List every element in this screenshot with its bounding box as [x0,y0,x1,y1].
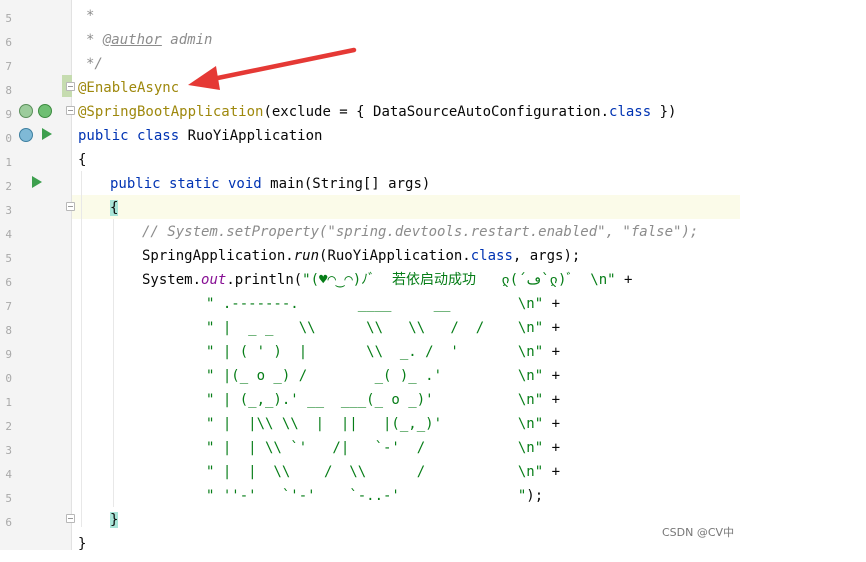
string-literal: " | |\\ \\ | || |(_,_)' \n" [206,416,544,432]
ascii-line: " | (_,_).' __ ___(_ o _)' \n" + [206,388,560,412]
matched-brace: } [110,512,119,528]
string-literal: " | ( ' ) | \\ _. / ' \n" [206,344,544,360]
code-line: @SpringBootApplication(exclude = { DataS… [78,100,676,124]
fold-marker[interactable] [66,202,75,211]
code-text: , args); [512,248,581,264]
fold-marker[interactable] [66,514,75,523]
ascii-line: " | | \\ `' /| `-' / \n" + [206,436,560,460]
code-line: { [110,196,119,220]
enable-async-annotation: @EnableAsync [78,80,180,96]
code-line: } [110,508,119,532]
operator: + [543,368,561,384]
line-number: 9 [5,108,12,121]
code-line: public class RuoYiApplication [78,124,322,148]
string-literal: " | | \\ `' /| `-' / \n" [206,440,544,456]
ascii-line: " | _ _ \\ \\ \\ / / \n" + [206,316,560,340]
line-number: 6 [5,36,12,49]
line-number: 6 [5,276,12,289]
watermark: CSDN @CV中 [662,526,735,539]
debug-icon[interactable] [19,128,33,142]
operator: + [543,392,561,408]
ascii-line: " | | \\ / \\ / \n" + [206,460,560,484]
line-number: 5 [5,492,12,505]
code-line: { [78,152,87,168]
line-number: 6 [5,516,12,529]
code-line: SpringApplication.run(RuoYiApplication.c… [142,244,580,268]
line-number: 0 [5,372,12,385]
string-literal: " | _ _ \\ \\ \\ / / \n" [206,320,544,336]
annotation: @SpringBootApplication [78,104,264,120]
code-text: (String[] args) [303,176,431,192]
line-number: 5 [5,252,12,265]
line-number: 3 [5,204,12,217]
code-text: .println( [226,272,303,288]
line-number: 1 [5,396,12,409]
run-icon[interactable] [42,128,52,140]
line-number: 5 [5,12,12,25]
line-number: 4 [5,468,12,481]
comment-prefix: * [86,32,103,48]
line-number: 7 [5,60,12,73]
operator: + [615,272,633,288]
keyword: class [470,248,513,264]
indent-guide [113,219,114,507]
ascii-line: " | |\\ \\ | || |(_,_)' \n" + [206,412,560,436]
line-number: 3 [5,444,12,457]
code-text: (RuoYiApplication. [319,248,471,264]
ascii-line: " | ( ' ) | \\ _. / ' \n" + [206,340,560,364]
spring-bean-icon[interactable] [19,104,33,118]
keyword: public class [78,128,180,144]
ascii-line: " |(_ o _) / _( )_ .' \n" + [206,364,560,388]
spring-boot-icon[interactable] [38,104,52,118]
string-literal: " |(_ o _) / _( )_ .' \n" [206,368,544,384]
code-line: * [86,8,95,24]
keyword: class [609,104,652,120]
code-line: public static void main(String[] args) [110,172,430,196]
line-number: 2 [5,420,12,433]
code-line: // System.setProperty("spring.devtools.r… [142,224,699,240]
static-method: run [293,248,320,264]
code-text: System. [142,272,202,288]
line-number: 7 [5,300,12,313]
ascii-line: " ''-' `'-' `-..-' "); [206,484,543,508]
class-name: RuoYiApplication [179,128,323,144]
string-literal: " .-------. ____ __ \n" [206,296,544,312]
javadoc-tag: @author [102,32,162,48]
code-line: */ [86,56,103,72]
static-field: out [201,272,227,288]
run-main-icon[interactable] [32,176,42,188]
method-name: main [261,176,304,192]
string-literal: " | | \\ / \\ / \n" [206,464,544,480]
keyword: public static void [110,176,262,192]
code-line: } [78,536,87,552]
line-number: 8 [5,324,12,337]
line-number: 8 [5,84,12,97]
current-line-highlight [72,195,740,219]
string-literal: "(♥◠‿◠)ﾉﾞ 若依启动成功 ლ(´ڡ`ლ)ﾞ \n" [302,272,616,288]
operator: ); [526,488,544,504]
line-number: 2 [5,180,12,193]
indent-guide [81,171,82,527]
fold-marker[interactable] [66,82,75,91]
operator: + [543,440,561,456]
operator: + [543,464,561,480]
fold-marker[interactable] [66,106,75,115]
code-text: }) [651,104,677,120]
ascii-line: " .-------. ____ __ \n" + [206,292,560,316]
string-literal: " | (_,_).' __ ___(_ o _)' \n" [206,392,544,408]
code-line: System.out.println("(♥◠‿◠)ﾉﾞ 若依启动成功 ლ(´ڡ… [142,268,632,292]
operator: + [543,416,561,432]
string-literal: " ''-' `'-' `-..-' " [206,488,527,504]
matched-brace: { [110,200,119,216]
code-text: (exclude = { DataSourceAutoConfiguration… [263,104,610,120]
line-number: 1 [5,156,12,169]
operator: + [543,344,561,360]
operator: + [543,296,561,312]
line-number: 0 [5,132,12,145]
code-text: SpringApplication. [142,248,294,264]
line-number: 9 [5,348,12,361]
red-arrow-icon [188,47,357,90]
line-number: 4 [5,228,12,241]
operator: + [543,320,561,336]
